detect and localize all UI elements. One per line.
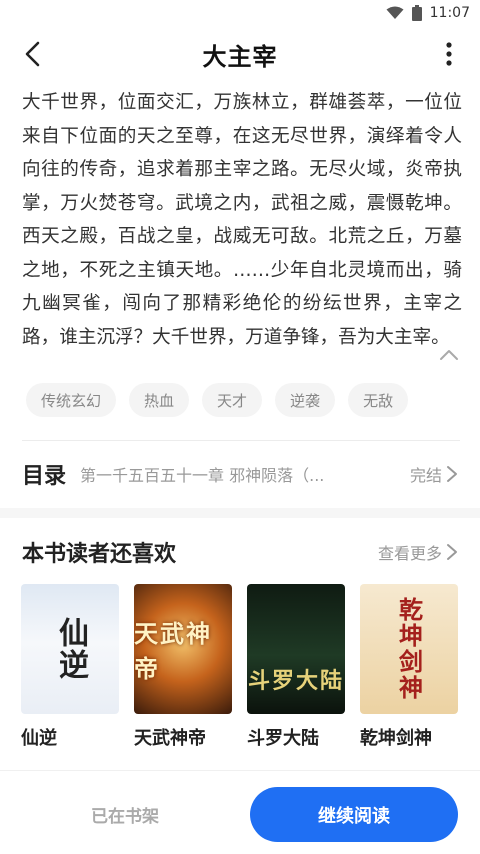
completion-status: 完结 <box>409 466 442 485</box>
table-of-contents-row[interactable]: 目录 第一千五百五十一章 邪神陨落（... 完结 <box>22 449 460 499</box>
wifi-icon <box>386 6 404 20</box>
book-title[interactable]: 仙逆 <box>21 724 119 750</box>
cover-title: 乾坤剑神 <box>394 597 424 701</box>
book-card[interactable]: 斗罗大陆 斗罗大陆 <box>247 584 345 750</box>
recommend-title: 本书读者还喜欢 <box>22 542 177 567</box>
book-title[interactable]: 斗罗大陆 <box>247 724 345 750</box>
book-card[interactable]: 仙逆 仙逆 <box>21 584 119 750</box>
status-time: 11:07 <box>429 5 470 21</box>
latest-chapter: 第一千五百五十一章 邪神陨落（... <box>80 466 325 485</box>
cover-title: 仙逆 <box>53 617 88 681</box>
book-cover[interactable]: 仙逆 <box>21 584 119 714</box>
on-shelf-button[interactable]: 已在书架 <box>22 788 228 840</box>
bottom-divider <box>0 770 480 771</box>
tag-list: 传统玄幻 热血 天才 逆袭 无敌 <box>26 383 409 417</box>
recommended-books: 仙逆 仙逆 天武神帝 天武神帝 斗罗大陆 斗罗大陆 乾坤剑神 乾坤剑神 <box>21 584 458 750</box>
status-bar: 11:07 <box>0 0 480 26</box>
section-divider <box>0 508 480 518</box>
back-arrow-icon[interactable] <box>16 38 48 70</box>
see-more-link[interactable]: 查看更多 <box>378 540 442 564</box>
chevron-right-icon[interactable] <box>446 543 460 561</box>
continue-reading-button[interactable]: 继续阅读 <box>250 787 458 842</box>
tag-item[interactable]: 热血 <box>129 383 190 417</box>
tag-item[interactable]: 天才 <box>202 383 263 417</box>
cover-title: 斗罗大陆 <box>247 669 344 694</box>
page-title: 大主宰 <box>202 42 278 71</box>
book-cover[interactable]: 斗罗大陆 <box>247 584 345 714</box>
tag-item[interactable]: 无敌 <box>348 383 409 417</box>
cover-title: 天武神帝 <box>134 620 212 683</box>
app-header: 大主宰 <box>0 26 480 82</box>
more-vertical-icon[interactable] <box>440 38 458 70</box>
divider <box>22 440 460 441</box>
book-card[interactable]: 天武神帝 天武神帝 <box>134 584 232 750</box>
book-cover[interactable]: 乾坤剑神 <box>360 584 458 714</box>
tag-item[interactable]: 逆袭 <box>275 383 336 417</box>
book-title[interactable]: 乾坤剑神 <box>360 724 458 750</box>
recommend-header: 本书读者还喜欢 查看更多 <box>22 534 460 570</box>
tag-item[interactable]: 传统玄幻 <box>26 383 117 417</box>
book-title[interactable]: 天武神帝 <box>134 724 232 750</box>
toc-label: 目录 <box>22 464 67 489</box>
chevron-up-icon[interactable] <box>438 344 460 366</box>
battery-icon <box>411 5 422 21</box>
book-synopsis: 大千世界，位面交汇，万族林立，群雄荟萃，一位位来自下位面的天之至尊，在这无尽世界… <box>22 92 462 348</box>
chevron-right-icon <box>446 465 460 483</box>
book-card[interactable]: 乾坤剑神 乾坤剑神 <box>360 584 458 750</box>
book-cover[interactable]: 天武神帝 <box>134 584 232 714</box>
